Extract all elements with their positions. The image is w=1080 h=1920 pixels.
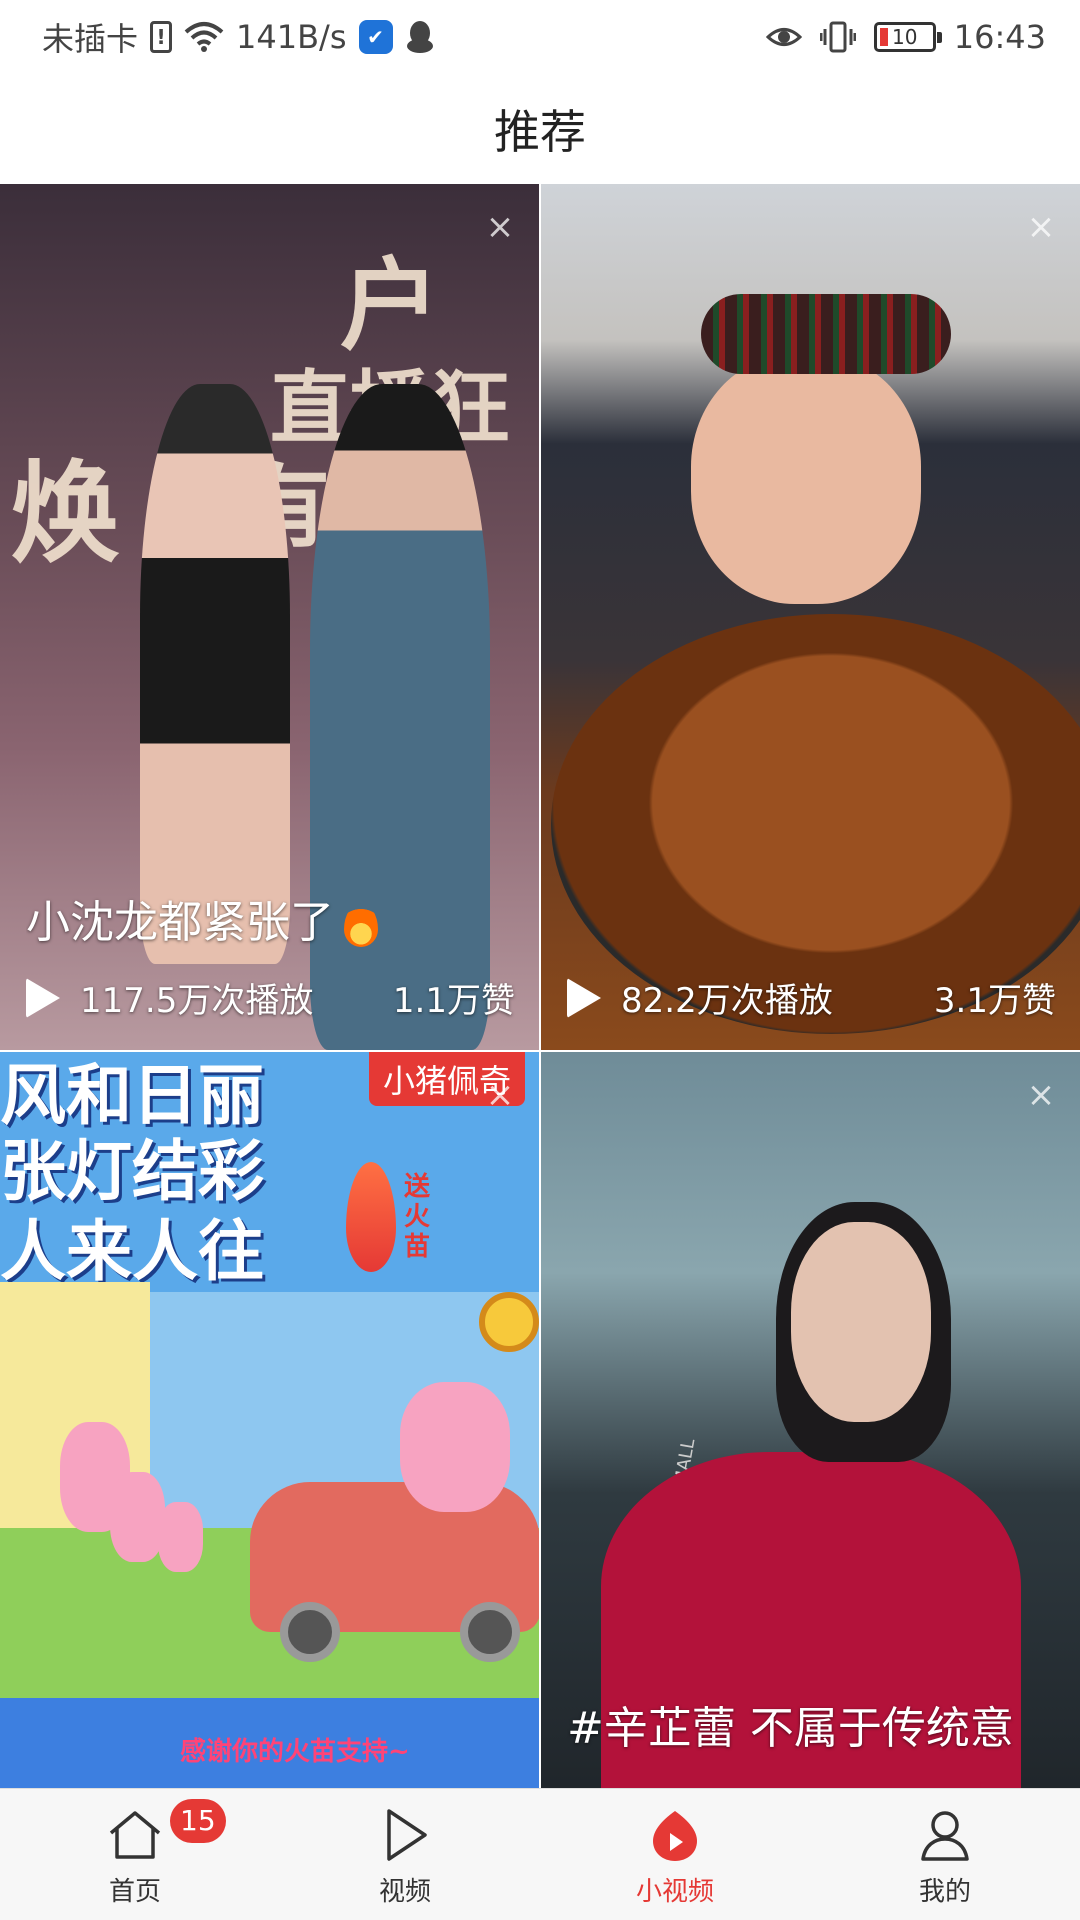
home-icon bbox=[109, 1811, 161, 1859]
play-count: 117.5万次播放 bbox=[80, 981, 314, 1021]
pig-icon bbox=[158, 1502, 203, 1572]
thumbnail-figure bbox=[310, 384, 490, 1050]
play-icon bbox=[387, 1809, 427, 1861]
thumbnail-text: 人来人往 bbox=[0, 1213, 264, 1290]
video-card[interactable]: 户外 直播狂 焕 有 × 小沈龙都紧张了 117.5万次播放 1.1万赞 bbox=[0, 184, 539, 1050]
video-thumbnail: 风和日丽 张灯结彩 人来人往 小猪佩奇 送火苗 感谢你的火苗支持~ bbox=[0, 1052, 539, 1788]
caption-text: 小沈龙都紧张了 bbox=[26, 897, 334, 948]
status-left: 未插卡 ! 141B/s ✔ bbox=[42, 14, 435, 60]
thumbnail-face bbox=[691, 354, 921, 604]
sun-icon bbox=[479, 1292, 539, 1352]
like-count: 1.1万赞 bbox=[392, 981, 515, 1021]
profile-icon bbox=[921, 1811, 969, 1861]
status-bar: 未插卡 ! 141B/s ✔ 10 16:43 bbox=[0, 0, 1080, 74]
video-card[interactable]: 风和日丽 张灯结彩 人来人往 小猪佩奇 送火苗 感谢你的火苗支持~ × bbox=[0, 1052, 539, 1788]
nav-item-video[interactable]: 视频 bbox=[270, 1789, 540, 1920]
flame-logo-text: 送火苗 bbox=[404, 1172, 431, 1262]
page-title: 推荐 bbox=[494, 105, 586, 159]
page-header: 推荐 bbox=[0, 74, 1080, 184]
thumbnail-text: 焕 bbox=[10, 450, 120, 578]
wheel-icon bbox=[460, 1602, 520, 1662]
thumbnail-figure bbox=[140, 384, 290, 964]
bottom-nav: 首页 15 视频 小视频 我的 bbox=[0, 1788, 1080, 1920]
dismiss-icon[interactable]: × bbox=[485, 210, 515, 244]
play-icon bbox=[26, 977, 60, 1018]
video-caption: #辛芷蕾 不属于传统意 bbox=[567, 1692, 1060, 1756]
nav-label: 小视频 bbox=[635, 1877, 714, 1907]
dismiss-icon[interactable]: × bbox=[1026, 210, 1056, 244]
dismiss-icon[interactable]: × bbox=[485, 1078, 515, 1112]
notification-badge: 15 bbox=[170, 1799, 226, 1843]
video-stats: 82.2万次播放 3.1万赞 bbox=[567, 973, 1056, 1022]
shield-icon: ✔ bbox=[358, 20, 393, 54]
nav-label: 视频 bbox=[378, 1877, 431, 1907]
qq-icon bbox=[405, 20, 435, 54]
small-video-icon bbox=[653, 1811, 697, 1861]
play-icon bbox=[567, 977, 601, 1018]
net-speed-text: 141B/s bbox=[236, 18, 347, 56]
wifi-icon bbox=[184, 20, 224, 54]
nav-item-small-video[interactable]: 小视频 bbox=[540, 1789, 810, 1920]
video-stats: 117.5万次播放 1.1万赞 bbox=[26, 973, 515, 1022]
thumbnail-headband bbox=[701, 294, 951, 374]
caption-text: #辛芷蕾 不属于传统意 bbox=[567, 1703, 1014, 1754]
carrier-text: 未插卡 bbox=[42, 20, 139, 58]
pig-icon bbox=[400, 1382, 510, 1512]
video-card[interactable]: MALL × #辛芷蕾 不属于传统意 bbox=[541, 1052, 1080, 1788]
fire-icon bbox=[344, 903, 378, 947]
video-feed-grid: 户外 直播狂 焕 有 × 小沈龙都紧张了 117.5万次播放 1.1万赞 × 8… bbox=[0, 184, 1080, 1788]
pig-icon bbox=[110, 1472, 165, 1562]
video-card[interactable]: × 82.2万次播放 3.1万赞 bbox=[541, 184, 1080, 1050]
nav-label: 首页 bbox=[108, 1877, 161, 1907]
like-count: 3.1万赞 bbox=[933, 981, 1056, 1021]
status-right: 10 16:43 bbox=[765, 18, 1046, 56]
nav-label: 我的 bbox=[918, 1877, 971, 1907]
video-thumbnail bbox=[541, 184, 1080, 1050]
thumbnail-face bbox=[791, 1222, 931, 1422]
clock-text: 16:43 bbox=[953, 18, 1046, 56]
play-count: 82.2万次播放 bbox=[621, 981, 833, 1021]
video-thumbnail: MALL bbox=[541, 1052, 1080, 1788]
wheel-icon bbox=[280, 1602, 340, 1662]
thumbnail-plate bbox=[551, 614, 1080, 1034]
video-caption: 小沈龙都紧张了 bbox=[26, 886, 519, 950]
nav-item-home[interactable]: 首页 15 bbox=[0, 1789, 270, 1920]
sim-alert-icon: ! bbox=[150, 21, 173, 53]
battery-icon: 10 bbox=[873, 22, 942, 52]
thumbnail-footer-text: 感谢你的火苗支持~ bbox=[180, 1737, 410, 1767]
vibrate-icon bbox=[819, 20, 856, 54]
dismiss-icon[interactable]: × bbox=[1026, 1078, 1056, 1112]
eye-icon bbox=[765, 24, 802, 50]
nav-item-profile[interactable]: 我的 bbox=[810, 1789, 1080, 1920]
